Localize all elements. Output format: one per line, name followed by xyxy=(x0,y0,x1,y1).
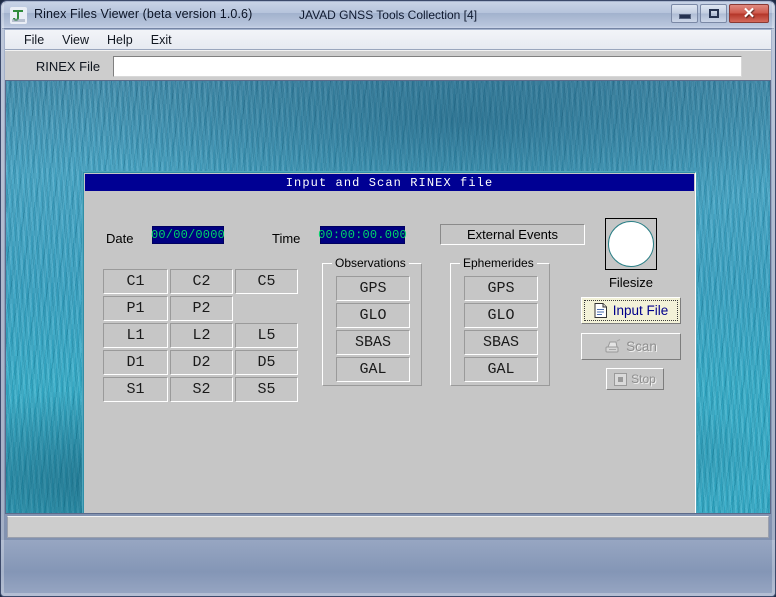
observations-groupbox: Observations GPS GLO SBAS GAL xyxy=(322,263,422,386)
menu-item-exit[interactable]: Exit xyxy=(142,32,181,48)
mdi-client-area: Input and Scan RINEX file Date 00/00/000… xyxy=(5,80,771,514)
scan-label: Scan xyxy=(626,339,657,354)
menu-item-help[interactable]: Help xyxy=(98,32,142,48)
scan-button[interactable]: Scan xyxy=(581,333,681,360)
code-cell[interactable]: L1 xyxy=(103,323,168,348)
code-cell[interactable]: S5 xyxy=(235,377,298,402)
time-label: Time xyxy=(272,231,300,246)
rinex-file-toolbar: RINEX File xyxy=(5,50,771,80)
observations-system-gal[interactable]: GAL xyxy=(336,357,410,382)
input-scan-dialog: Input and Scan RINEX file Date 00/00/000… xyxy=(83,172,696,514)
maximize-button[interactable] xyxy=(700,4,727,23)
application-window: Rinex Files Viewer (beta version 1.0.6) … xyxy=(0,0,776,597)
filesize-gauge xyxy=(605,218,657,270)
close-button[interactable]: ✕ xyxy=(729,4,769,23)
window-bottom-frame xyxy=(1,540,776,597)
code-cell[interactable]: S2 xyxy=(170,377,233,402)
filesize-pie-icon xyxy=(608,221,654,267)
close-glyph: ✕ xyxy=(743,4,756,23)
code-cell[interactable]: D2 xyxy=(170,350,233,375)
dialog-body: Date 00/00/0000 Time 00:00:00.000 Extern… xyxy=(85,191,694,514)
observations-system-gps[interactable]: GPS xyxy=(336,276,410,301)
time-display: 00:00:00.000 xyxy=(320,226,405,244)
stop-square-icon xyxy=(614,373,627,386)
code-cell[interactable]: C5 xyxy=(235,269,298,294)
observations-system-list: GPS GLO SBAS GAL xyxy=(336,276,410,384)
date-display: 00/00/0000 xyxy=(152,226,224,244)
observations-system-sbas[interactable]: SBAS xyxy=(336,330,410,355)
code-cell[interactable]: D5 xyxy=(235,350,298,375)
close-icon: ✕ xyxy=(730,5,768,22)
minimize-icon xyxy=(672,5,697,22)
ephemerides-groupbox: Ephemerides GPS GLO SBAS GAL xyxy=(450,263,550,386)
scanner-icon xyxy=(605,339,621,354)
ephemerides-system-list: GPS GLO SBAS GAL xyxy=(464,276,538,384)
ephemerides-system-gal[interactable]: GAL xyxy=(464,357,538,382)
dialog-title: Input and Scan RINEX file xyxy=(85,174,694,191)
code-cell[interactable]: S1 xyxy=(103,377,168,402)
maximize-icon xyxy=(701,5,726,22)
code-cell[interactable]: C2 xyxy=(170,269,233,294)
input-file-button[interactable]: Input File xyxy=(581,297,681,324)
rinex-file-input[interactable] xyxy=(113,56,742,77)
observation-code-grid: C1 C2 C5 P1 P2 L1 L2 L5 D1 D2 D5 S1 S2 S… xyxy=(103,269,294,402)
code-cell[interactable]: P1 xyxy=(103,296,168,321)
code-cell[interactable]: L5 xyxy=(235,323,298,348)
filesize-label: Filesize xyxy=(583,275,679,290)
focus-ring xyxy=(584,300,678,321)
ephemerides-legend: Ephemerides xyxy=(460,256,537,270)
code-cell-empty xyxy=(235,296,298,321)
menu-item-view[interactable]: View xyxy=(53,32,98,48)
window-title-center: JAVAD GNSS Tools Collection [4] xyxy=(2,8,774,22)
stop-button[interactable]: Stop xyxy=(606,368,664,390)
menu-bar: File View Help Exit xyxy=(5,30,771,50)
date-label: Date xyxy=(106,231,133,246)
status-bar xyxy=(7,516,769,538)
observations-system-glo[interactable]: GLO xyxy=(336,303,410,328)
ephemerides-system-sbas[interactable]: SBAS xyxy=(464,330,538,355)
minimize-button[interactable] xyxy=(671,4,698,23)
title-bar[interactable]: Rinex Files Viewer (beta version 1.0.6) … xyxy=(2,2,774,29)
code-cell[interactable]: P2 xyxy=(170,296,233,321)
rinex-file-label: RINEX File xyxy=(23,56,113,77)
code-cell[interactable]: L2 xyxy=(170,323,233,348)
menu-item-file[interactable]: File xyxy=(15,32,53,48)
observations-legend: Observations xyxy=(332,256,409,270)
code-cell[interactable]: C1 xyxy=(103,269,168,294)
ephemerides-system-glo[interactable]: GLO xyxy=(464,303,538,328)
external-events-indicator: External Events xyxy=(440,224,585,245)
ephemerides-system-gps[interactable]: GPS xyxy=(464,276,538,301)
stop-label: Stop xyxy=(631,372,656,386)
code-cell[interactable]: D1 xyxy=(103,350,168,375)
